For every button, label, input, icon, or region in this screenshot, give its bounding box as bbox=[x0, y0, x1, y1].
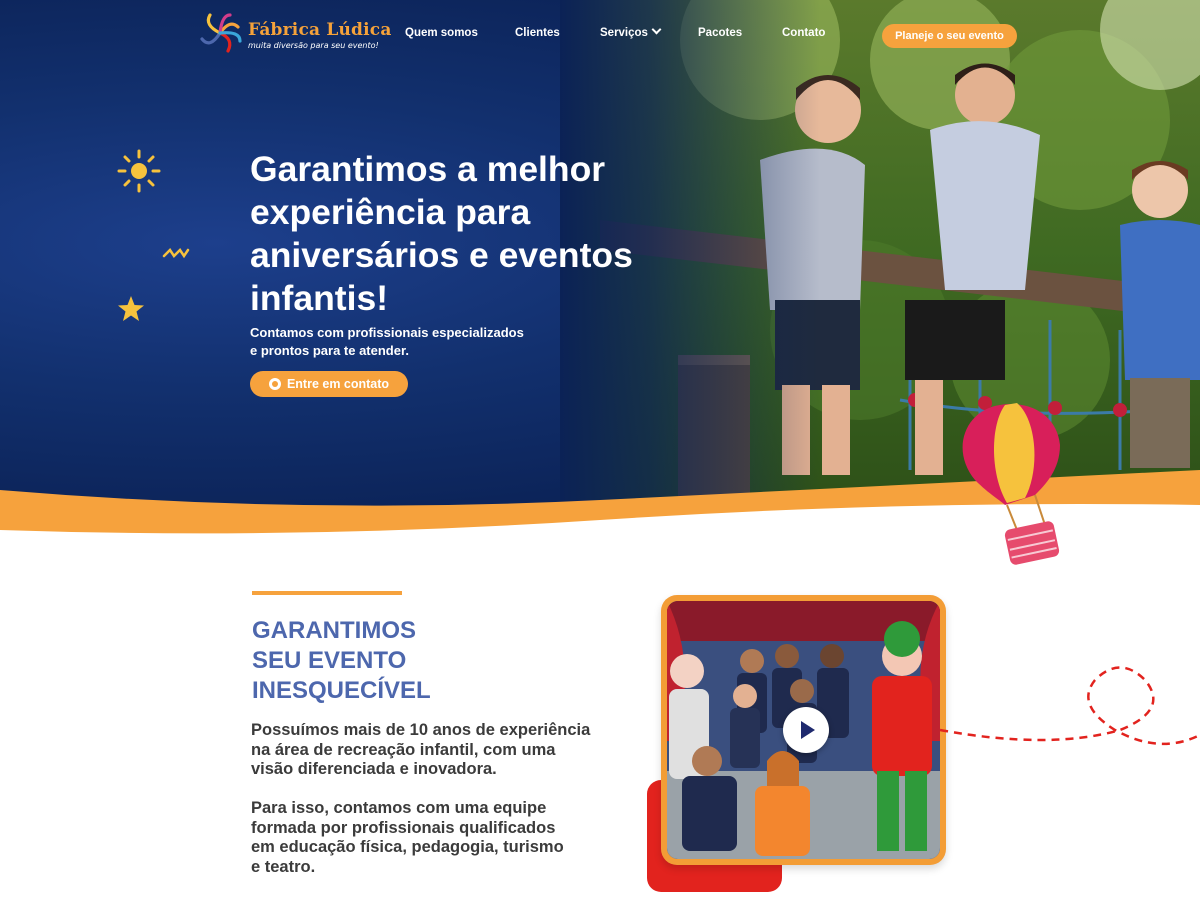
nav-item-clientes[interactable]: Clientes bbox=[515, 27, 560, 39]
hero-subtitle: Contamos com profissionais especializado… bbox=[250, 325, 524, 358]
brand-name: Fábrica Lúdica bbox=[248, 20, 392, 40]
brand-tagline: muita diversão para seu evento! bbox=[248, 41, 379, 50]
hero-title: Garantimos a melhor experiência para ani… bbox=[250, 149, 633, 318]
contact-button[interactable]: Entre em contato bbox=[250, 371, 408, 397]
nav-item-servicos[interactable]: Serviços bbox=[600, 24, 662, 39]
about-paragraph-1: Possuímos mais de 10 anos de experiência… bbox=[251, 721, 591, 778]
whatsapp-icon bbox=[268, 378, 281, 390]
play-icon bbox=[801, 721, 815, 739]
hot-air-balloon-icon bbox=[962, 403, 1060, 565]
about-paragraph-2: Para isso, contamos com uma equipe forma… bbox=[251, 799, 564, 876]
play-video-button[interactable] bbox=[783, 707, 829, 753]
team-video[interactable] bbox=[661, 595, 946, 865]
sun-icon bbox=[117, 149, 161, 193]
zigzag-icon bbox=[162, 248, 190, 259]
plan-event-button[interactable]: Planeje o seu evento bbox=[882, 24, 1017, 48]
brand-logo[interactable]: Fábrica Lúdica muita diversão para seu e… bbox=[196, 8, 391, 58]
about-accent-line bbox=[252, 591, 402, 595]
dashed-flight-path-decoration bbox=[939, 666, 1200, 746]
team-video-thumbnail bbox=[667, 601, 940, 859]
star-icon bbox=[118, 296, 144, 321]
chevron-down-icon bbox=[651, 24, 662, 35]
nav-item-servicos-label: Serviços bbox=[600, 27, 648, 39]
nav-item-contato[interactable]: Contato bbox=[782, 27, 825, 39]
swirl-logo-icon bbox=[200, 13, 242, 53]
nav-item-pacotes[interactable]: Pacotes bbox=[698, 27, 742, 39]
about-title: GARANTIMOS SEU EVENTO INESQUECÍVEL bbox=[252, 617, 431, 704]
contact-button-label: Entre em contato bbox=[286, 377, 390, 391]
nav-item-quem-somos[interactable]: Quem somos bbox=[405, 27, 478, 39]
